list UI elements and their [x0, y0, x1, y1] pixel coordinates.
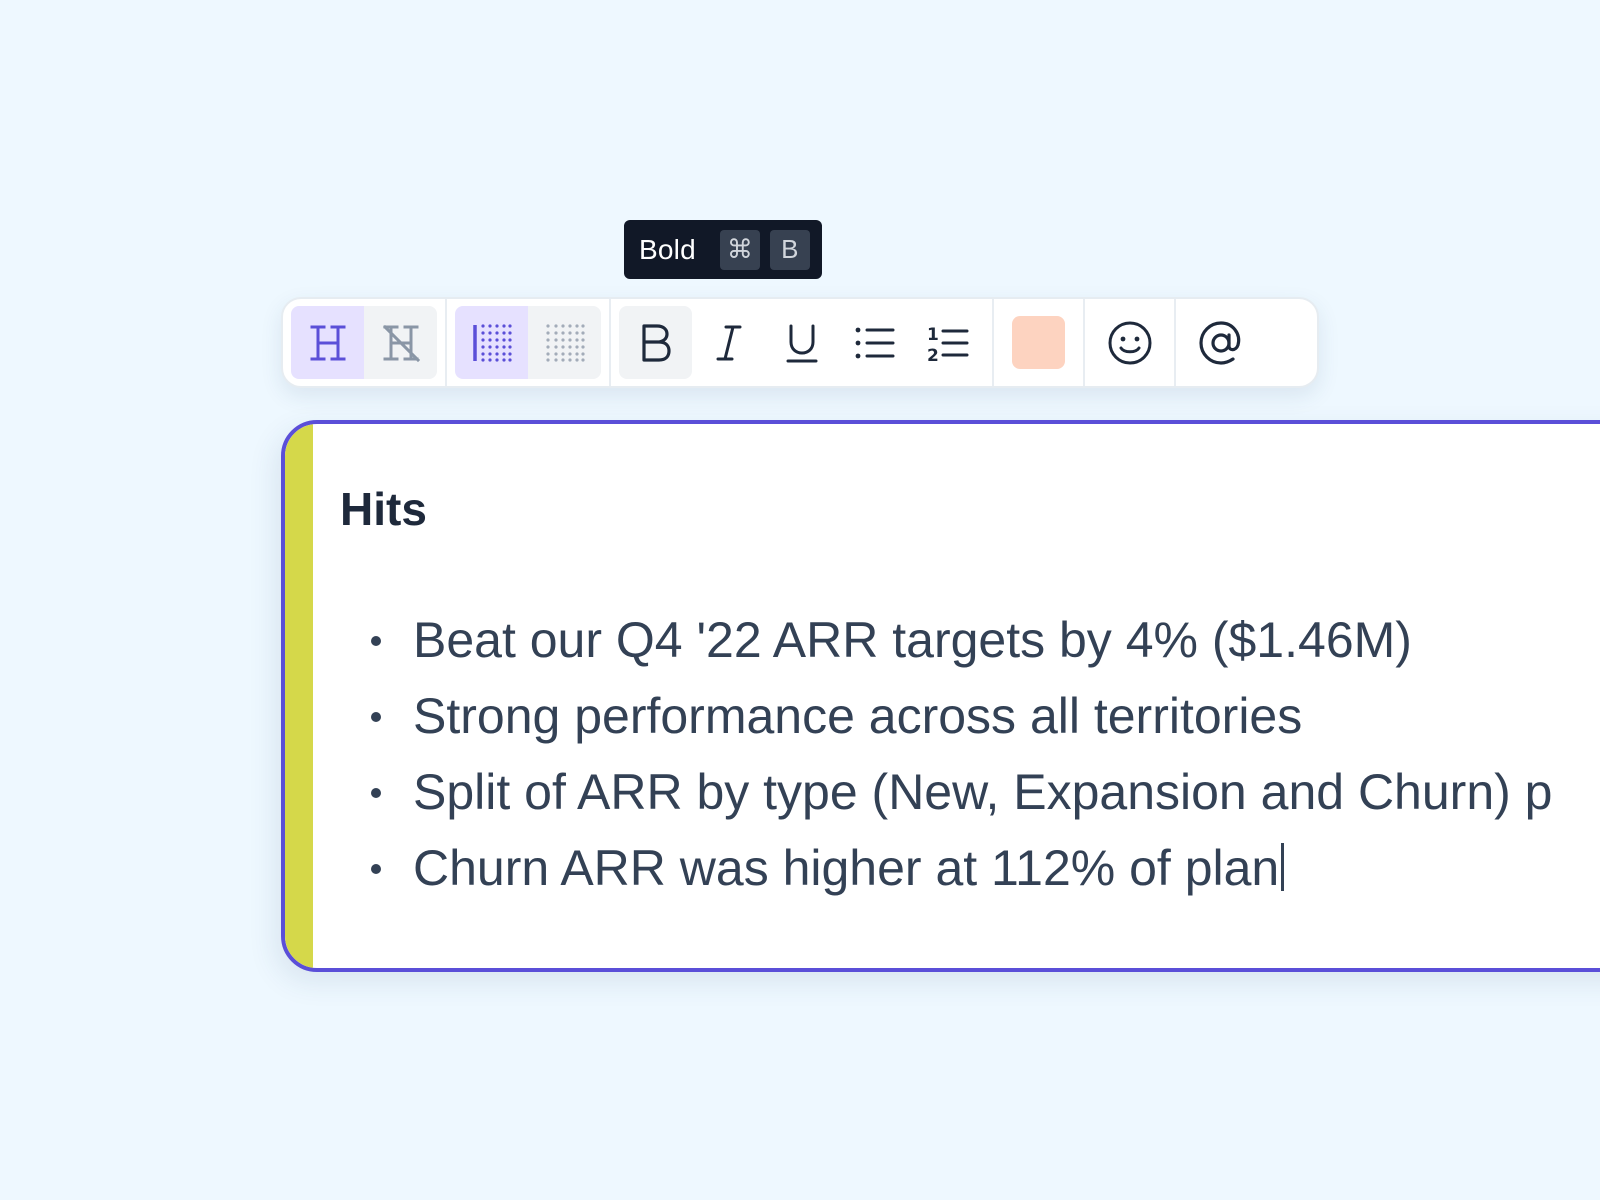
text-cursor	[1281, 843, 1285, 891]
left-border-button[interactable]	[455, 306, 528, 379]
heading-group	[283, 299, 447, 386]
heading-icon	[310, 325, 345, 360]
card-title[interactable]: Hits	[340, 482, 427, 536]
at-sign-icon	[1198, 320, 1240, 365]
bold-tooltip: Bold ⌘ B	[624, 220, 822, 279]
italic-button[interactable]	[692, 306, 765, 379]
heading-button[interactable]	[291, 306, 364, 379]
no-heading-icon	[382, 324, 420, 362]
italic-icon	[716, 325, 741, 360]
bold-icon	[641, 323, 671, 362]
svg-text:1: 1	[927, 325, 939, 345]
hits-card[interactable]: Hits Beat our Q4 '22 ARR targets by 4% (…	[281, 420, 1600, 972]
no-border-button[interactable]	[528, 306, 601, 379]
border-group	[447, 299, 611, 386]
bullet-list-icon	[855, 327, 894, 358]
color-group	[994, 299, 1085, 386]
command-key: ⌘	[719, 229, 760, 270]
list-item-text: Beat our Q4 '22 ARR targets by 4% ($1.46…	[413, 612, 1412, 668]
no-border-icon	[545, 323, 585, 362]
svg-text:2: 2	[927, 346, 939, 363]
bullet-list[interactable]: Beat our Q4 '22 ARR targets by 4% ($1.46…	[340, 602, 1552, 906]
b-key: B	[769, 229, 810, 270]
tooltip-label: Bold	[639, 233, 696, 265]
underline-button[interactable]	[765, 306, 838, 379]
emoji-group	[1085, 299, 1176, 386]
list-item-text: Strong performance across all territorie…	[413, 688, 1303, 744]
list-item[interactable]: Strong performance across all territorie…	[340, 678, 1552, 754]
numbered-list-icon: 1 2	[927, 325, 968, 363]
underline-icon	[786, 324, 817, 362]
canvas: Bold ⌘ B 1 2 Hits Beat our Q4 '22 ARR ta…	[0, 0, 1600, 1200]
card-accent-border	[285, 424, 313, 968]
list-item[interactable]: Split of ARR by type (New, Expansion and…	[340, 754, 1552, 830]
format-group: 1 2	[611, 299, 994, 386]
formatting-toolbar: 1 2	[281, 297, 1319, 388]
numbered-list-button[interactable]: 1 2	[911, 306, 984, 379]
mention-button[interactable]	[1184, 306, 1257, 379]
bold-button[interactable]	[619, 306, 692, 379]
emoji-button[interactable]	[1093, 306, 1166, 379]
list-item-text: Churn ARR was higher at 112% of plan	[413, 840, 1280, 896]
no-heading-button[interactable]	[364, 306, 437, 379]
list-item[interactable]: Churn ARR was higher at 112% of plan	[340, 830, 1552, 906]
highlight-color-button[interactable]	[1002, 306, 1075, 379]
highlight-color-swatch	[1012, 316, 1065, 369]
list-item[interactable]: Beat our Q4 '22 ARR targets by 4% ($1.46…	[340, 602, 1552, 678]
emoji-icon	[1108, 321, 1151, 364]
list-item-text: Split of ARR by type (New, Expansion and…	[413, 764, 1553, 820]
left-border-icon	[472, 323, 512, 362]
mention-group	[1176, 299, 1265, 386]
bullet-list-button[interactable]	[838, 306, 911, 379]
